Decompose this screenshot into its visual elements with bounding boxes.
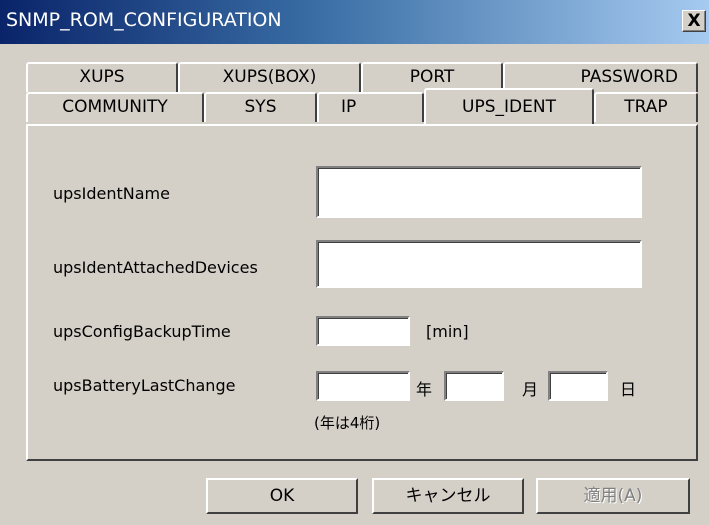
ups-ident-name-input[interactable] xyxy=(316,166,642,218)
tab-sys[interactable]: SYS xyxy=(204,92,317,122)
ups-ident-panel: upsIdentName upsIdentAttachedDevices ups… xyxy=(26,124,698,461)
month-unit: 月 xyxy=(522,380,539,399)
battery-month-input[interactable] xyxy=(444,371,504,401)
tab-community[interactable]: COMMUNITY xyxy=(26,92,204,122)
title-bar: SNMP_ROM_CONFIGURATION X xyxy=(0,0,709,44)
tab-ip[interactable]: IP xyxy=(317,92,424,122)
ups-ident-name-label: upsIdentName xyxy=(53,184,170,203)
battery-last-change-label: upsBatteryLastChange xyxy=(53,376,236,395)
tab-trap[interactable]: TRAP xyxy=(594,92,698,122)
tab-xups[interactable]: XUPS xyxy=(26,62,178,92)
year-unit: 年 xyxy=(416,380,433,399)
attached-devices-input[interactable] xyxy=(316,240,642,288)
cancel-button[interactable]: キャンセル xyxy=(372,478,524,514)
tab-ups-ident[interactable]: UPS_IDENT xyxy=(424,88,594,124)
ok-button[interactable]: OK xyxy=(206,478,358,514)
close-icon: X xyxy=(687,11,701,31)
close-button[interactable]: X xyxy=(682,10,706,32)
attached-devices-label: upsIdentAttachedDevices xyxy=(53,258,258,277)
backup-time-unit: [min] xyxy=(426,322,469,341)
tab-xups-box[interactable]: XUPS(BOX) xyxy=(178,62,361,92)
battery-year-input[interactable] xyxy=(316,371,410,401)
backup-time-label: upsConfigBackupTime xyxy=(53,322,231,341)
apply-button[interactable]: 適用(A) xyxy=(536,478,690,514)
day-unit: 日 xyxy=(620,380,637,399)
year-format-note: (年は4桁) xyxy=(314,414,381,432)
battery-day-input[interactable] xyxy=(548,371,608,401)
backup-time-input[interactable] xyxy=(316,316,410,346)
window-title: SNMP_ROM_CONFIGURATION xyxy=(6,9,282,31)
